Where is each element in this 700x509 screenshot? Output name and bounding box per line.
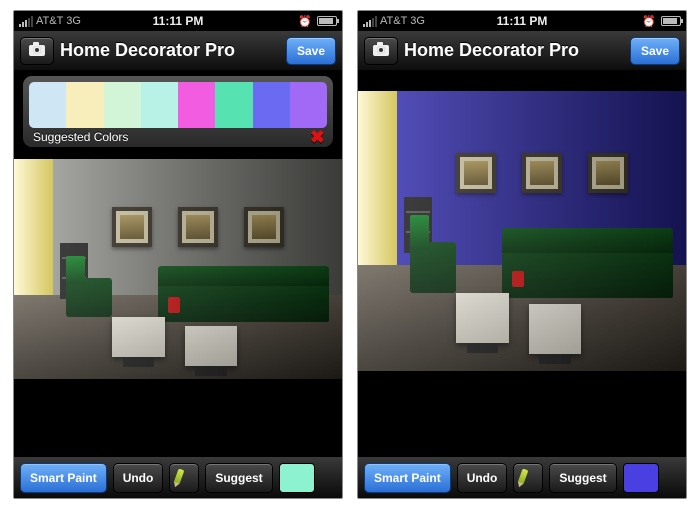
- coffee-table: [529, 304, 581, 354]
- status-bar: AT&T 3G 11:11 PM ⏰: [358, 11, 686, 31]
- sofa: [502, 248, 673, 298]
- battery-icon: [317, 16, 337, 26]
- color-swatch[interactable]: [141, 82, 178, 128]
- armchair: [66, 278, 112, 318]
- armchair: [410, 242, 456, 292]
- color-swatch[interactable]: [215, 82, 252, 128]
- smart-paint-button[interactable]: Smart Paint: [364, 463, 451, 493]
- swatch-row: [29, 82, 327, 128]
- nav-bar: Home Decorator Pro Save: [14, 31, 342, 71]
- red-object: [512, 271, 524, 287]
- bottom-toolbar: Smart Paint Undo Suggest: [358, 456, 686, 498]
- nav-bar: Home Decorator Pro Save: [358, 31, 686, 71]
- room-image[interactable]: [358, 91, 686, 371]
- pencil-icon: [518, 468, 529, 484]
- room-image[interactable]: [14, 159, 342, 379]
- phone-screen-original: AT&T 3G 11:11 PM ⏰ Home Decorator Pro Sa…: [13, 10, 343, 499]
- phone-screen-painted: AT&T 3G 11:11 PM ⏰ Home Decorator Pro Sa…: [357, 10, 687, 499]
- save-button[interactable]: Save: [630, 37, 680, 65]
- suggested-colors-panel: Suggested Colors ✖: [22, 75, 334, 148]
- undo-button[interactable]: Undo: [457, 463, 508, 493]
- color-swatch[interactable]: [66, 82, 103, 128]
- color-swatch[interactable]: [29, 82, 66, 128]
- camera-icon: [373, 45, 389, 56]
- smart-paint-button[interactable]: Smart Paint: [20, 463, 107, 493]
- undo-button[interactable]: Undo: [113, 463, 164, 493]
- app-title: Home Decorator Pro: [60, 40, 280, 61]
- coffee-table: [185, 326, 237, 366]
- suggest-button[interactable]: Suggest: [205, 463, 272, 493]
- coffee-table: [456, 293, 508, 343]
- battery-icon: [661, 16, 681, 26]
- content-area: [358, 71, 686, 456]
- close-icon[interactable]: ✖: [308, 130, 327, 144]
- status-time: 11:11 PM: [14, 14, 342, 28]
- palette-label: Suggested Colors: [29, 130, 128, 144]
- color-swatch[interactable]: [290, 82, 327, 128]
- camera-button[interactable]: [20, 37, 54, 65]
- camera-button[interactable]: [364, 37, 398, 65]
- color-swatch[interactable]: [253, 82, 290, 128]
- color-swatch[interactable]: [178, 82, 215, 128]
- coffee-table: [112, 317, 164, 357]
- content-area: Suggested Colors ✖: [14, 71, 342, 456]
- pencil-tool-button[interactable]: [513, 463, 543, 493]
- save-label: Save: [641, 44, 669, 58]
- pencil-tool-button[interactable]: [169, 463, 199, 493]
- save-button[interactable]: Save: [286, 37, 336, 65]
- status-time: 11:11 PM: [358, 14, 686, 28]
- current-color-swatch[interactable]: [623, 463, 659, 493]
- app-title: Home Decorator Pro: [404, 40, 624, 61]
- status-bar: AT&T 3G 11:11 PM ⏰: [14, 11, 342, 31]
- red-object: [168, 297, 180, 313]
- bottom-toolbar: Smart Paint Undo Suggest: [14, 456, 342, 498]
- save-label: Save: [297, 44, 325, 58]
- suggest-button[interactable]: Suggest: [549, 463, 616, 493]
- sofa: [158, 282, 329, 322]
- camera-icon: [29, 45, 45, 56]
- pencil-icon: [174, 468, 185, 484]
- color-swatch[interactable]: [104, 82, 141, 128]
- current-color-swatch[interactable]: [279, 463, 315, 493]
